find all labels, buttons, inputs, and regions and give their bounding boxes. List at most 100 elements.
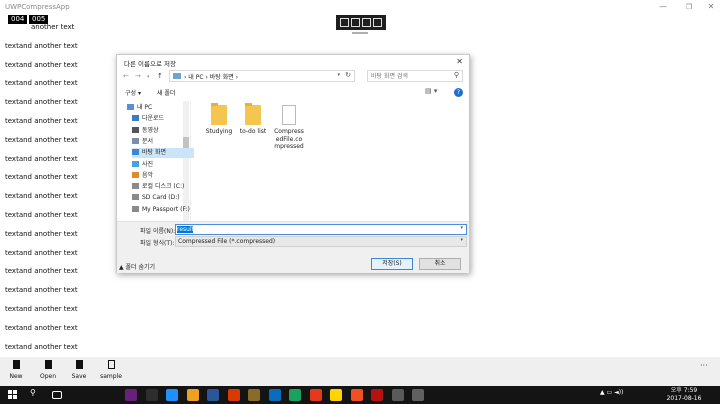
taskbar-app-icon[interactable] <box>391 389 404 401</box>
frame-counter: 005 <box>29 15 49 24</box>
tree-item[interactable]: SD Card (D:) <box>132 193 194 203</box>
tree-item[interactable]: 내 PC <box>127 103 189 113</box>
file-name: to-do list <box>239 128 267 135</box>
tree-item[interactable]: 로컬 디스크 (C:) <box>132 182 194 192</box>
file-item[interactable]: CompressedFile.compressed <box>273 105 305 151</box>
taskbar-app-icon[interactable] <box>309 389 322 401</box>
search-icon[interactable]: ⚲ <box>454 71 459 79</box>
recent-locations-chevron-icon[interactable]: ▾ <box>147 74 150 80</box>
filetype-select[interactable]: Compressed File (*.compressed) ▾ <box>175 236 467 247</box>
text-list: another text textand another text textand … <box>5 18 115 375</box>
chevron-down-icon[interactable]: ▾ <box>460 225 463 231</box>
list-item: textand another text <box>5 304 78 313</box>
view-options-button[interactable]: ▤ ▾ <box>425 87 437 95</box>
system-tray-icons[interactable]: ▲ ▭ ◄)) <box>600 389 623 396</box>
list-item: textand another text <box>5 323 78 332</box>
taskbar-app-icon[interactable] <box>350 389 363 401</box>
tree-item-icon <box>132 171 139 178</box>
folder-icon <box>173 73 181 79</box>
taskbar-app-icon[interactable] <box>186 389 199 401</box>
tree-item-icon <box>132 194 139 201</box>
search-box[interactable]: ⚲ <box>367 70 463 82</box>
list-item: textand another text <box>5 286 78 295</box>
close-window-button[interactable]: ✕ <box>704 2 718 12</box>
capture-toolbar-grip[interactable] <box>352 32 368 34</box>
tree-item-label: 동영상 <box>142 126 159 134</box>
more-options-icon[interactable]: ··· <box>700 361 708 370</box>
file-item[interactable]: Studying <box>203 103 235 136</box>
folder-icon <box>245 103 261 125</box>
taskbar-app-icon[interactable] <box>289 389 301 401</box>
taskbar-app-icon[interactable] <box>207 389 219 401</box>
taskbar-app-icon[interactable] <box>371 389 383 401</box>
sample-button-label: sample <box>100 373 122 380</box>
screenshot-icon[interactable] <box>340 18 349 27</box>
tree-item-icon <box>132 115 139 122</box>
new-button[interactable]: New <box>1 360 31 380</box>
windows-taskbar: ⚲ ▲ ▭ ◄)) 오후 7:59 2017-08-16 <box>0 386 720 404</box>
save-app-button[interactable]: Save <box>64 360 94 380</box>
open-button[interactable]: Open <box>33 360 63 380</box>
tree-item-icon <box>132 160 139 167</box>
new-folder-button[interactable]: 새 폴더 <box>157 88 175 97</box>
tree-item[interactable]: 음악 <box>132 171 194 181</box>
save-button[interactable]: 저장(S) <box>371 258 413 270</box>
open-button-label: Open <box>39 373 57 380</box>
tree-item-icon <box>132 137 139 144</box>
tree-item-label: 바탕 화면 <box>142 149 166 157</box>
taskbar-clock[interactable]: 오후 7:59 2017-08-16 <box>664 387 704 403</box>
minimize-button[interactable]: — <box>656 2 670 12</box>
list-item: textand another text <box>5 98 78 107</box>
list-item: textand another text <box>5 267 78 276</box>
search-icon[interactable]: ⚲ <box>30 388 42 400</box>
taskbar-app-icon[interactable] <box>166 389 178 401</box>
tree-item[interactable]: 다운로드 <box>132 114 194 124</box>
taskbar-app-icon[interactable] <box>330 389 342 401</box>
list-item: textand another text <box>5 173 78 182</box>
save-button-label: Save <box>71 373 87 380</box>
list-item: textand another text <box>5 116 78 125</box>
taskbar-app-icon[interactable] <box>227 389 240 401</box>
taskbar-app-icon[interactable] <box>145 389 158 401</box>
open-document-icon <box>44 360 52 369</box>
filename-field[interactable]: ▾ <box>175 224 467 235</box>
tree-item[interactable]: 동영상 <box>132 126 194 136</box>
address-bar[interactable]: › 내 PC › 바탕 화면 › ▾ ↻ <box>169 70 355 82</box>
windows-start-icon[interactable] <box>8 390 18 400</box>
refresh-icon[interactable]: ↻ <box>345 71 351 79</box>
cancel-button[interactable]: 취소 <box>419 258 461 270</box>
dialog-navigation-bar: ← → ▾ ↑ › 내 PC › 바탕 화면 › ▾ ↻ ⚲ <box>117 69 469 85</box>
chevron-down-icon[interactable]: ▾ <box>337 72 340 78</box>
tree-item-label: 다운로드 <box>142 115 165 123</box>
sample-button[interactable]: sample <box>96 360 126 380</box>
tree-item[interactable]: 사진 <box>132 160 194 170</box>
taskbar-app-icon[interactable] <box>412 389 424 401</box>
up-arrow-icon[interactable]: ↑ <box>157 72 163 80</box>
help-icon[interactable]: ? <box>454 88 463 97</box>
back-arrow-icon[interactable]: ← <box>123 72 129 80</box>
list-item: textand another text <box>5 41 78 50</box>
hide-folders-button[interactable]: ▲ 폴더 숨기기 <box>119 262 155 271</box>
file-name: Studying <box>205 128 233 135</box>
search-input[interactable] <box>371 72 451 81</box>
new-document-icon <box>12 360 20 369</box>
maximize-button[interactable]: ❐ <box>682 2 696 12</box>
task-view-icon[interactable] <box>52 391 62 399</box>
dialog-close-button[interactable]: ✕ <box>456 57 463 66</box>
file-item[interactable]: to-do list <box>237 103 269 136</box>
comment-icon[interactable] <box>351 18 360 27</box>
tree-item-icon <box>127 104 134 110</box>
crop-icon[interactable] <box>373 18 382 27</box>
taskbar-app-icon[interactable] <box>268 389 281 401</box>
taskbar-app-icon[interactable] <box>125 389 137 401</box>
chevron-down-icon[interactable]: ▾ <box>460 237 463 243</box>
forward-arrow-icon[interactable]: → <box>135 72 141 80</box>
address-path[interactable]: › 내 PC › 바탕 화면 › <box>184 72 238 81</box>
taskbar-app-icon[interactable] <box>248 389 260 401</box>
organize-button[interactable]: 구성 ▾ <box>125 88 141 97</box>
window-icon[interactable] <box>362 18 371 27</box>
tree-item[interactable]: My Passport (F:) <box>132 205 194 215</box>
filename-input[interactable] <box>177 226 193 233</box>
tree-item[interactable]: 바탕 화면 <box>132 148 194 159</box>
tree-item[interactable]: 문서 <box>132 137 194 147</box>
